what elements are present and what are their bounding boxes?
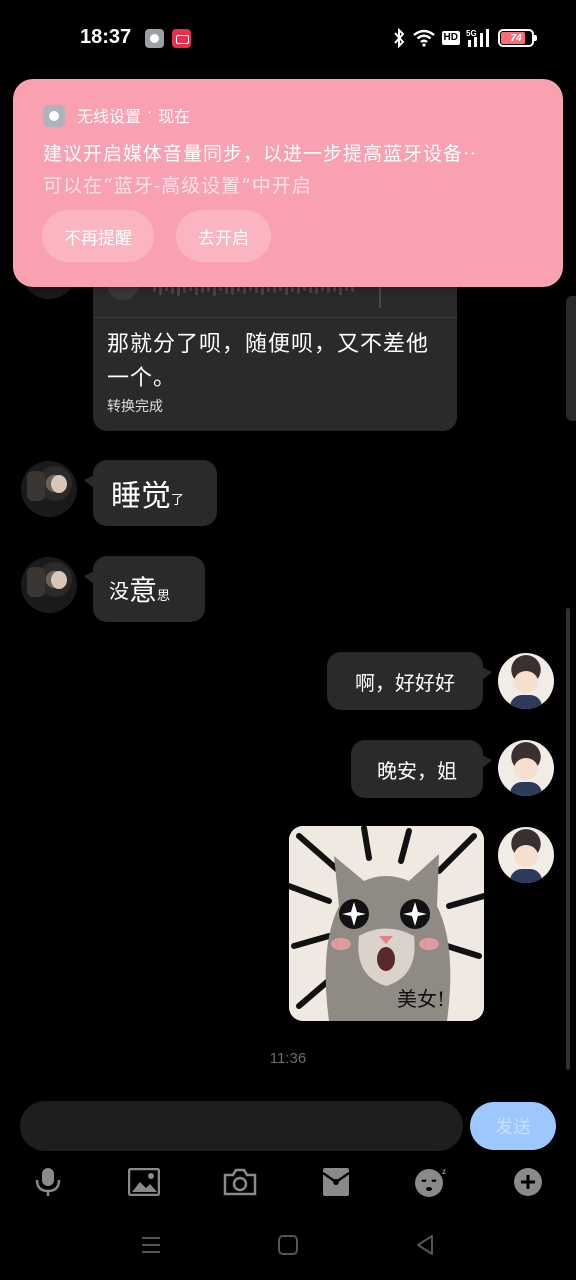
image-button[interactable] (122, 1160, 166, 1204)
message-text: 啊，好好好 (355, 670, 455, 695)
settings-app-icon (145, 29, 164, 48)
message-bubble-received[interactable]: 没意思 (84, 556, 205, 622)
image-icon (128, 1168, 160, 1196)
message-text: 没 (109, 578, 129, 603)
status-indicators: HD 5G 74 (392, 26, 537, 50)
notification-submessage: 可以在“蓝牙-高级设置”中开启 (43, 175, 312, 197)
scrollbar[interactable] (566, 608, 570, 1070)
status-time: 18:37 (80, 26, 132, 48)
dont-remind-button[interactable]: 不再提醒 (42, 210, 154, 262)
signal-icon: 5G (466, 29, 489, 47)
back-icon (417, 1235, 433, 1255)
notification-header: 无线设置 · 现在 (77, 103, 190, 127)
home-icon (278, 1235, 298, 1255)
status-bar: 18:37 HD 5G 74 (0, 0, 576, 78)
message-text-large: 意 (129, 574, 158, 607)
message-text-small: 了 (171, 492, 185, 508)
plus-icon (514, 1168, 542, 1196)
message-timestamp: 11:36 (269, 1050, 307, 1067)
side-panel-handle[interactable] (566, 296, 576, 421)
sticker-caption: 美女! (397, 987, 445, 1011)
more-button[interactable] (506, 1160, 550, 1204)
message-input[interactable] (20, 1101, 463, 1151)
message-bubble-sent[interactable]: 啊，好好好 (327, 652, 492, 710)
my-avatar[interactable] (498, 827, 554, 883)
notification-banner[interactable]: 无线设置 · 现在 建议开启媒体音量同步，以进一步提高蓝牙设备·· 可以在“蓝牙… (13, 79, 563, 287)
home-button[interactable] (273, 1230, 303, 1260)
emoji-button[interactable]: z (410, 1160, 454, 1204)
battery-icon: 74 (498, 29, 537, 47)
voice-input-button[interactable] (26, 1160, 70, 1204)
message-text: 晚安，姐 (377, 758, 457, 783)
wifi-icon (412, 29, 435, 47)
voice-transcript-status: 转换完成 (107, 399, 163, 415)
enable-button[interactable]: 去开启 (176, 210, 271, 262)
bluetooth-icon (393, 28, 404, 48)
hd-badge: HD (441, 31, 460, 45)
screen-record-icon (172, 29, 191, 48)
cat-sticker-image[interactable]: 美女! (289, 826, 484, 1021)
notification-time: 现在 (158, 107, 191, 126)
my-avatar[interactable] (498, 740, 554, 796)
camera-icon (223, 1168, 257, 1196)
svg-text:z: z (442, 1167, 446, 1176)
red-packet-button[interactable] (314, 1160, 358, 1204)
microphone-icon (35, 1168, 61, 1196)
menu-icon (142, 1237, 160, 1253)
red-packet-icon (322, 1168, 350, 1196)
my-avatar[interactable] (498, 653, 554, 709)
message-text: 睡觉 (111, 479, 171, 514)
voice-transcript: 那就分了呗，随便呗，又不差他一个。 (107, 332, 430, 391)
camera-button[interactable] (218, 1160, 262, 1204)
message-bubble-received[interactable]: 睡觉了 (84, 460, 217, 526)
svg-text:5G: 5G (466, 29, 477, 38)
message-bubble-sent[interactable]: 晚安，姐 (351, 740, 492, 798)
contact-avatar[interactable] (21, 461, 77, 517)
send-button[interactable]: 发送 (470, 1102, 556, 1150)
voice-message-bubble[interactable]: 那就分了呗，随便呗，又不差他一个。 转换完成 (93, 262, 457, 431)
sleep-emoji-icon: z (415, 1167, 446, 1197)
notification-separator: · (147, 103, 153, 122)
recents-button[interactable] (136, 1230, 166, 1260)
contact-avatar[interactable] (21, 557, 77, 613)
back-button[interactable] (410, 1230, 440, 1260)
system-nav-bar (0, 1220, 576, 1270)
notification-message: 建议开启媒体音量同步，以进一步提高蓝牙设备·· (43, 143, 478, 165)
chat-toolbar: z (0, 1160, 576, 1204)
wireless-settings-icon (43, 105, 65, 127)
notification-app-name: 无线设置 (77, 107, 142, 126)
message-text-small: 思 (157, 588, 171, 604)
battery-level: 74 (510, 32, 522, 44)
cat-sticker-art: 美女! (289, 826, 484, 1021)
